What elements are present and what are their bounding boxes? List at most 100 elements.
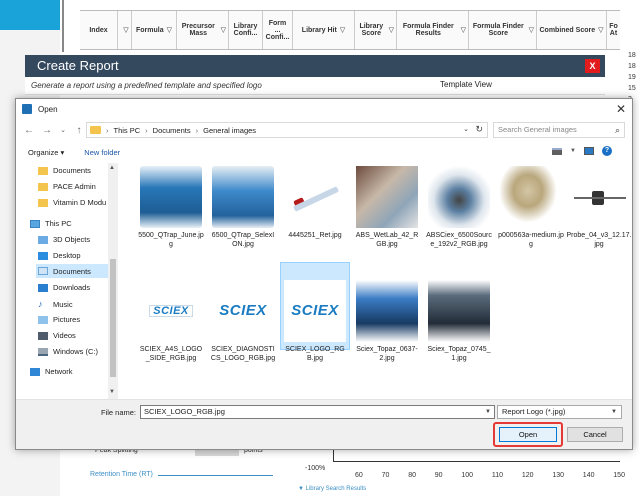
x-tick: 100	[461, 472, 474, 479]
scroll-down-icon[interactable]: ▼	[109, 389, 115, 395]
breadcrumb-this-pc[interactable]: This PC	[114, 126, 141, 135]
up-arrow-icon[interactable]: ↑	[72, 125, 86, 136]
nav-item-videos[interactable]: Videos	[38, 331, 76, 340]
dialog-title: Open	[38, 104, 58, 114]
chevron-down-icon[interactable]: ⌄	[463, 125, 469, 133]
col-formula-finder-results[interactable]: Formula Finder Results ▽	[397, 11, 469, 49]
recent-locations-icon[interactable]: ⌄	[56, 126, 70, 134]
nav-item-documents-quick[interactable]: Documents	[38, 166, 91, 175]
nav-item-music[interactable]: ♪ Music	[38, 299, 73, 309]
file-name-value: SCIEX_LOGO_RGB.jpg	[144, 407, 225, 416]
file-thumbnail	[284, 166, 346, 228]
create-report-close-button[interactable]: X	[585, 59, 600, 73]
create-report-title: Create Report	[25, 55, 605, 77]
col-index[interactable]: Index	[80, 11, 118, 49]
cancel-button[interactable]: Cancel	[567, 427, 623, 442]
retention-time-section[interactable]: Retention Time (RT)	[90, 471, 153, 478]
file-thumbnail: SCIEX	[284, 280, 346, 342]
forward-arrow-icon[interactable]: →	[40, 125, 54, 136]
search-icon[interactable]: ⌕	[615, 123, 620, 137]
dialog-title-bar: Open	[16, 99, 632, 119]
col-filter[interactable]: ▽	[118, 11, 132, 49]
results-grid-header: Index ▽ Formula ▽ Precursor Mass ▽ Library…	[80, 10, 620, 50]
file-name-label: File name:	[101, 408, 137, 417]
col-library-score[interactable]: Library Score ▽	[355, 11, 397, 49]
address-bar[interactable]: › This PC › Documents › General images ⌄…	[86, 122, 488, 138]
nav-item-3d-objects[interactable]: 3D Objects	[38, 235, 90, 244]
nav-item-windows-c[interactable]: Windows (C:)	[38, 347, 98, 356]
col-formula-confidence[interactable]: Form ... Confi...	[263, 11, 293, 49]
nav-item-pictures[interactable]: Pictures	[38, 315, 80, 324]
file-item[interactable]: Sciex_Topaz_0637-2.jpg	[352, 280, 422, 363]
folder-icon	[38, 166, 48, 175]
dialog-footer: File name: SCIEX_LOGO_RGB.jpg ▼ Report L…	[16, 399, 632, 449]
file-list: 5500_QTrap_June.jpg 6500_QTrap_SelexION.…	[124, 163, 632, 399]
chevron-down-icon[interactable]: ▼	[485, 406, 491, 418]
refresh-icon[interactable]: ↻	[475, 124, 483, 135]
col-combined-score[interactable]: Combined Score ▽	[537, 11, 607, 49]
nav-item-network[interactable]: Network	[30, 367, 73, 376]
breadcrumb-general-images[interactable]: General images	[203, 126, 256, 135]
desktop-icon	[38, 251, 48, 260]
x-tick: 60	[355, 472, 363, 479]
file-item[interactable]: SCIEX SCIEX_DIAGNOSTICS_LOGO_RGB.jpg	[208, 280, 278, 363]
col-formula-finder-score[interactable]: Formula Finder Score ▽	[469, 11, 537, 49]
x-tick: 80	[408, 472, 416, 479]
file-item[interactable]: Probe_04_v3_12.17.jpg	[564, 166, 634, 249]
breadcrumb-documents[interactable]: Documents	[153, 126, 191, 135]
file-name: Probe_04_v3_12.17.jpg	[566, 232, 632, 248]
file-name: Sciex_Topaz_0637-2.jpg	[356, 346, 418, 362]
file-item[interactable]: ABS_WetLab_42_RGB.jpg	[352, 166, 422, 249]
scrollbar-thumb[interactable]	[110, 259, 116, 377]
back-arrow-icon[interactable]: ←	[22, 125, 36, 136]
file-item[interactable]: 6500_QTrap_SelexION.jpg	[208, 166, 278, 249]
new-folder-button[interactable]: New folder	[84, 148, 120, 157]
folder-icon	[38, 198, 48, 207]
search-input[interactable]: Search General images ⌕	[493, 122, 625, 138]
file-name-input[interactable]: SCIEX_LOGO_RGB.jpg ▼	[140, 405, 495, 419]
sciex-logo: SCIEX	[219, 301, 267, 319]
breadcrumb-separator: ›	[106, 125, 109, 135]
file-name: 4445251_Ret.jpg	[288, 232, 342, 239]
open-file-dialog: Open ✕ ← → ⌄ ↑ › This PC › Documents › G…	[15, 98, 633, 450]
file-thumbnail	[140, 166, 202, 228]
nav-item-desktop[interactable]: Desktop	[38, 251, 81, 260]
library-search-results-section[interactable]: ▼ Library Search Results	[298, 486, 366, 492]
file-name: Sciex_Topaz_0745_1.jpg	[427, 346, 491, 362]
file-item[interactable]: 5500_QTrap_June.jpg	[136, 166, 206, 249]
navigation-pane: Documents PACE Admin Vitamin D Modu This…	[16, 163, 118, 399]
file-item[interactable]: SCIEX SCIEX_A4S_LOGO_SIDE_RGB.jpg	[136, 280, 206, 363]
app-icon	[22, 104, 32, 114]
nav-item-this-pc[interactable]: This PC	[30, 219, 72, 228]
col-precursor-mass[interactable]: Precursor Mass ▽	[177, 11, 229, 49]
file-name: p000563a-medium.jpg	[498, 232, 564, 248]
nav-item-downloads[interactable]: Downloads	[38, 283, 90, 292]
chevron-down-icon[interactable]: ▼	[570, 148, 576, 154]
file-name: SCIEX_DIAGNOSTICS_LOGO_RGB.jpg	[210, 346, 276, 362]
organize-menu[interactable]: Organize ▾	[28, 148, 64, 157]
open-button[interactable]: Open	[499, 427, 557, 442]
scroll-up-icon[interactable]: ▲	[109, 165, 115, 171]
file-type-select[interactable]: Report Logo (*.jpg) ▼	[497, 405, 622, 419]
template-view-label[interactable]: Template View	[440, 80, 492, 89]
nav-item-documents[interactable]: Documents	[36, 264, 108, 278]
col-library-hit[interactable]: Library Hit ▽	[293, 11, 355, 49]
help-icon[interactable]: ?	[601, 146, 612, 156]
col-formula[interactable]: Formula ▽	[132, 11, 177, 49]
view-options-icon[interactable]	[552, 147, 562, 155]
nav-pane-scrollbar[interactable]: ▲ ▼	[108, 163, 118, 399]
close-icon[interactable]: ✕	[616, 102, 626, 116]
file-item[interactable]: p000563a-medium.jpg	[496, 166, 566, 249]
col-formula-atoms[interactable]: Fo At	[607, 11, 620, 49]
x-tick: 90	[434, 472, 443, 479]
file-item-selected[interactable]: SCIEX SCIEX_LOGO_RGB.jpg	[280, 262, 350, 362]
nav-item-vitamin-d[interactable]: Vitamin D Modu	[38, 198, 106, 207]
file-item[interactable]: 4445251_Ret.jpg	[280, 166, 350, 241]
preview-pane-icon[interactable]	[583, 147, 594, 155]
col-library-confidence[interactable]: Library Confi...	[229, 11, 263, 49]
file-item[interactable]: ABSCiex_6500Source_192v2_RGB.jpg	[424, 166, 494, 249]
chart-y-axis-label: -100%	[305, 465, 326, 472]
nav-item-pace-admin[interactable]: PACE Admin	[38, 182, 96, 191]
x-tick: 120	[521, 472, 534, 479]
file-item[interactable]: Sciex_Topaz_0745_1.jpg	[424, 280, 494, 363]
